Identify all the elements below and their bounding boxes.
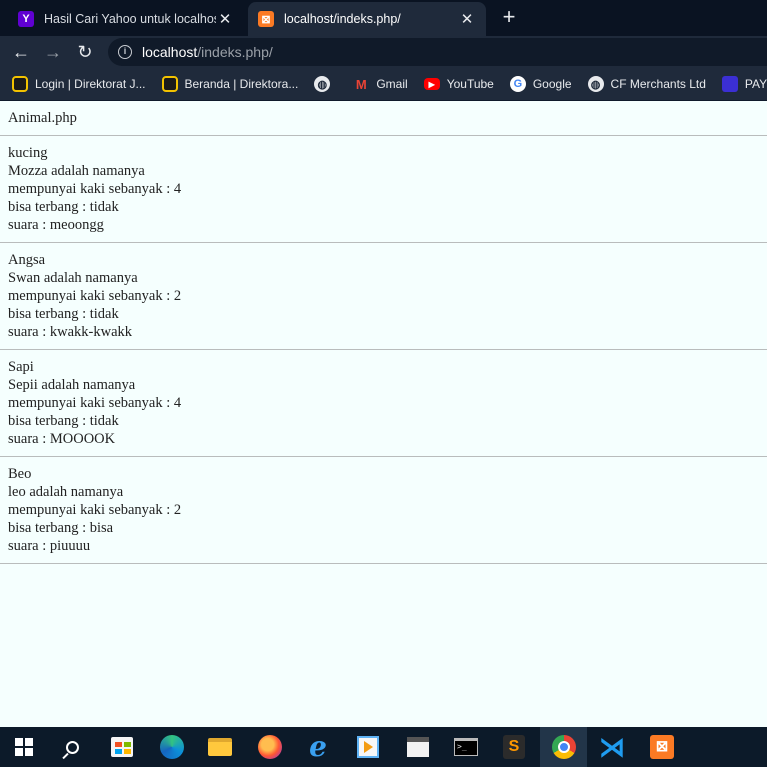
bookmark-label: Google [532, 77, 572, 91]
youtube-icon: ▶ [423, 78, 440, 90]
store-icon[interactable] [108, 733, 136, 761]
animal-can-fly: bisa terbang : bisa [8, 520, 114, 536]
bookmark-payca[interactable]: PAYCA [721, 76, 767, 92]
chrome-icon[interactable] [550, 733, 578, 761]
animal-sound: suara : kwakk-kwakk [8, 324, 133, 340]
tab-localhost[interactable]: ⊠ localhost/indeks.php/ ✕ [248, 2, 486, 36]
animal-entry-kucing: kucing Mozza adalah namanya mempunyai ka… [8, 144, 767, 234]
globe-icon: ◍ [314, 76, 331, 92]
sublime-text-icon[interactable]: S [500, 733, 528, 761]
internet-explorer-icon[interactable]: e [304, 733, 332, 761]
divider [0, 349, 767, 350]
close-icon[interactable]: ✕ [458, 10, 476, 28]
divider [0, 563, 767, 564]
page-content: Animal.php kucing Mozza adalah namanya m… [0, 101, 767, 727]
back-arrow-icon[interactable]: ← [8, 39, 34, 65]
animal-entry-sapi: Sapi Sepii adalah namanya mempunyai kaki… [8, 358, 767, 448]
animal-name: leo adalah namanya [8, 484, 124, 500]
xampp-icon[interactable]: ⊠ [648, 733, 676, 761]
animal-name: Mozza adalah namanya [8, 163, 145, 179]
bookmark-label: YouTube [446, 77, 494, 91]
page-heading: Animal.php [8, 110, 77, 126]
search-icon[interactable] [58, 733, 86, 761]
start-icon[interactable] [10, 733, 38, 761]
animal-species: Beo [8, 466, 32, 482]
animal-entry-angsa: Angsa Swan adalah namanya mempunyai kaki… [8, 251, 767, 341]
payca-icon [721, 76, 738, 92]
address-bar[interactable]: i localhost/indeks.php/ [108, 38, 767, 66]
animal-legs: mempunyai kaki sebanyak : 2 [8, 288, 182, 304]
direktorat-icon [12, 76, 28, 92]
google-icon: G [509, 76, 526, 92]
animal-sound: suara : MOOOOK [8, 431, 116, 447]
media-player-icon[interactable] [354, 733, 382, 761]
bookmark-label: CF Merchants Ltd [610, 77, 706, 91]
url-host: localhost [142, 44, 198, 60]
browser-toolbar: ← → ↻ i localhost/indeks.php/ [0, 36, 767, 68]
tab-yahoo-search[interactable]: Y Hasil Cari Yahoo untuk localhost/ ✕ [8, 2, 244, 36]
bookmark-globe[interactable]: ◍ [314, 76, 337, 92]
bookmark-label: Beranda | Direktora... [184, 77, 299, 91]
globe-icon: ◍ [587, 76, 604, 92]
gmail-icon: M [355, 76, 367, 92]
animal-entry-beo: Beo leo adalah namanya mempunyai kaki se… [8, 465, 767, 555]
xampp-icon: ⊠ [258, 11, 274, 27]
bookmark-youtube[interactable]: ▶ YouTube [423, 77, 494, 91]
bookmark-google[interactable]: G Google [509, 76, 572, 92]
bookmark-label: PAYCA [744, 77, 767, 91]
animal-can-fly: bisa terbang : tidak [8, 199, 119, 215]
reload-icon[interactable]: ↻ [72, 39, 98, 65]
vscode-icon[interactable]: ⋊ [598, 733, 626, 761]
bookmark-label: Gmail [376, 77, 408, 91]
animal-legs: mempunyai kaki sebanyak : 4 [8, 395, 182, 411]
animal-sound: suara : piuuuu [8, 538, 91, 554]
edge-icon[interactable] [158, 733, 186, 761]
yahoo-icon: Y [18, 11, 34, 27]
animal-name: Swan adalah namanya [8, 270, 138, 286]
animal-can-fly: bisa terbang : tidak [8, 413, 119, 429]
tab-title: localhost/indeks.php/ [284, 12, 401, 26]
animal-sound: suara : meoongg [8, 217, 104, 233]
animal-legs: mempunyai kaki sebanyak : 4 [8, 181, 182, 197]
bookmark-gmail[interactable]: M Gmail [353, 76, 408, 92]
tab-strip: Y Hasil Cari Yahoo untuk localhost/ ✕ ⊠ … [0, 0, 767, 36]
bookmark-cf-merchants[interactable]: ◍ CF Merchants Ltd [587, 76, 706, 92]
divider [0, 242, 767, 243]
animal-species: kucing [8, 145, 48, 161]
direktorat-icon [161, 76, 178, 92]
animal-can-fly: bisa terbang : tidak [8, 306, 119, 322]
firefox-icon[interactable] [256, 733, 284, 761]
video-editor-icon[interactable] [404, 733, 432, 761]
forward-arrow-icon[interactable]: → [40, 39, 66, 65]
animal-species: Sapi [8, 359, 34, 375]
new-tab-button[interactable]: + [496, 4, 522, 30]
animal-name: Sepii adalah namanya [8, 377, 136, 393]
bookmark-beranda-direktorat[interactable]: Beranda | Direktora... [161, 76, 299, 92]
divider [0, 456, 767, 457]
url-path: /indeks.php/ [197, 44, 273, 60]
divider [0, 135, 767, 136]
terminal-icon[interactable]: >_ [452, 733, 480, 761]
taskbar: e >_ S ⋊ ⊠ [0, 727, 767, 767]
info-icon[interactable]: i [118, 45, 132, 59]
tab-title: Hasil Cari Yahoo untuk localhost/ [44, 12, 216, 26]
file-explorer-icon[interactable] [206, 733, 234, 761]
animal-legs: mempunyai kaki sebanyak : 2 [8, 502, 182, 518]
animal-species: Angsa [8, 252, 46, 268]
bookmark-login-direktorat[interactable]: Login | Direktorat J... [12, 76, 146, 92]
bookmarks-bar: Login | Direktorat J... Beranda | Direkt… [0, 68, 767, 100]
bookmark-label: Login | Direktorat J... [35, 77, 146, 91]
close-icon[interactable]: ✕ [216, 10, 234, 28]
